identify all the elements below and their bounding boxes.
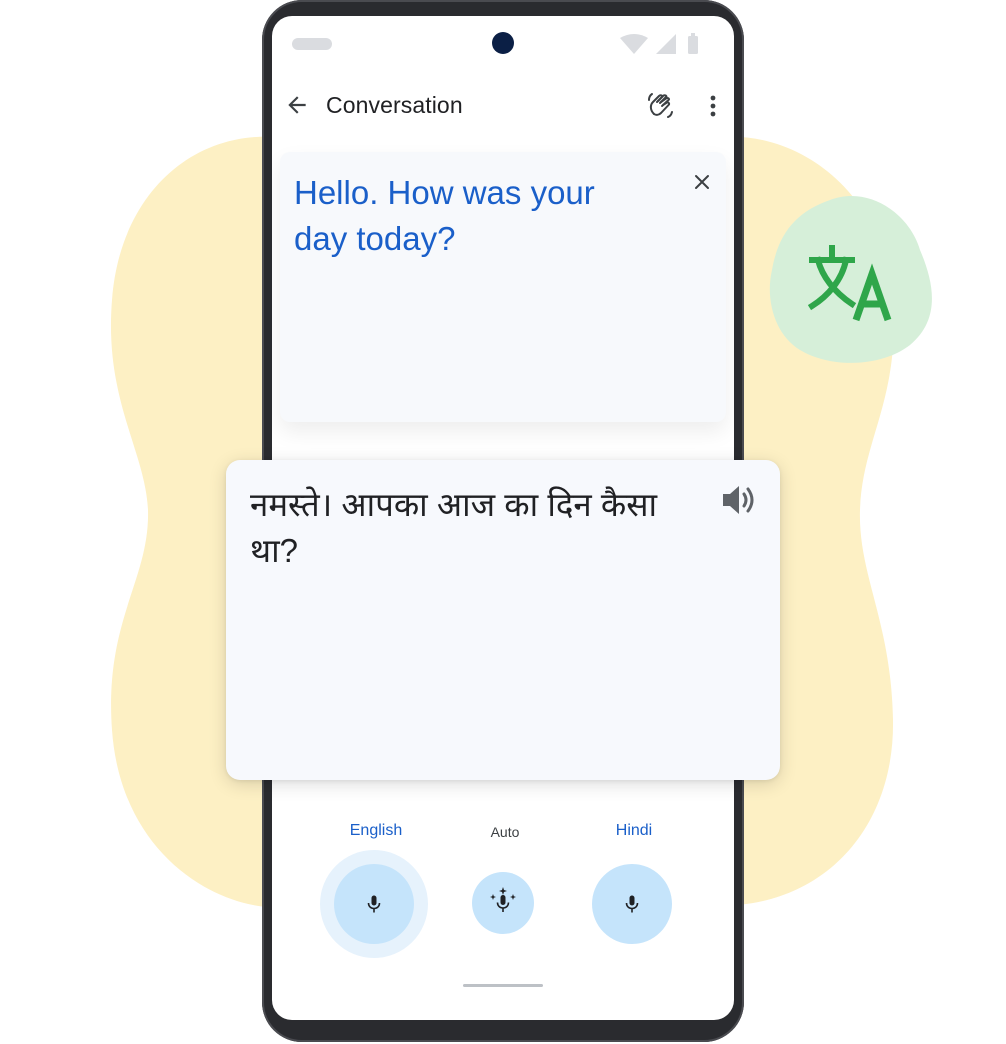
mic-hindi-button[interactable] xyxy=(592,864,672,944)
waving-hand-icon[interactable] xyxy=(646,92,674,120)
translation-text[interactable]: नमस्ते। आपका आज का दिन कैसा था? xyxy=(250,482,680,574)
signal-icon xyxy=(656,34,676,54)
language-english-label[interactable]: English xyxy=(306,822,446,840)
mic-icon xyxy=(625,895,639,913)
status-icons xyxy=(620,33,698,54)
close-icon[interactable] xyxy=(690,170,714,194)
mic-auto-button[interactable] xyxy=(472,872,534,934)
source-text[interactable]: Hello. How was your day today? xyxy=(294,170,654,262)
status-pill xyxy=(292,38,332,50)
language-hindi-label[interactable]: Hindi xyxy=(564,822,704,840)
mic-english-button[interactable] xyxy=(334,864,414,944)
app-bar: Conversation xyxy=(272,86,734,126)
back-arrow-icon[interactable] xyxy=(284,92,310,118)
page-title: Conversation xyxy=(326,92,463,118)
battery-icon xyxy=(688,36,698,54)
speaker-icon[interactable] xyxy=(720,482,758,518)
home-indicator[interactable] xyxy=(463,984,543,987)
wifi-icon xyxy=(620,34,648,54)
auto-mic-sparkle-icon xyxy=(490,887,516,912)
google-translate-icon xyxy=(808,245,892,322)
translation-card: नमस्ते। आपका आज का दिन कैसा था? xyxy=(226,460,780,780)
more-vert-icon[interactable] xyxy=(700,92,726,120)
mic-icon xyxy=(367,895,381,913)
source-text-card: Hello. How was your day today? xyxy=(280,152,726,422)
front-camera xyxy=(492,32,514,54)
language-auto-label[interactable]: Auto xyxy=(435,824,575,840)
